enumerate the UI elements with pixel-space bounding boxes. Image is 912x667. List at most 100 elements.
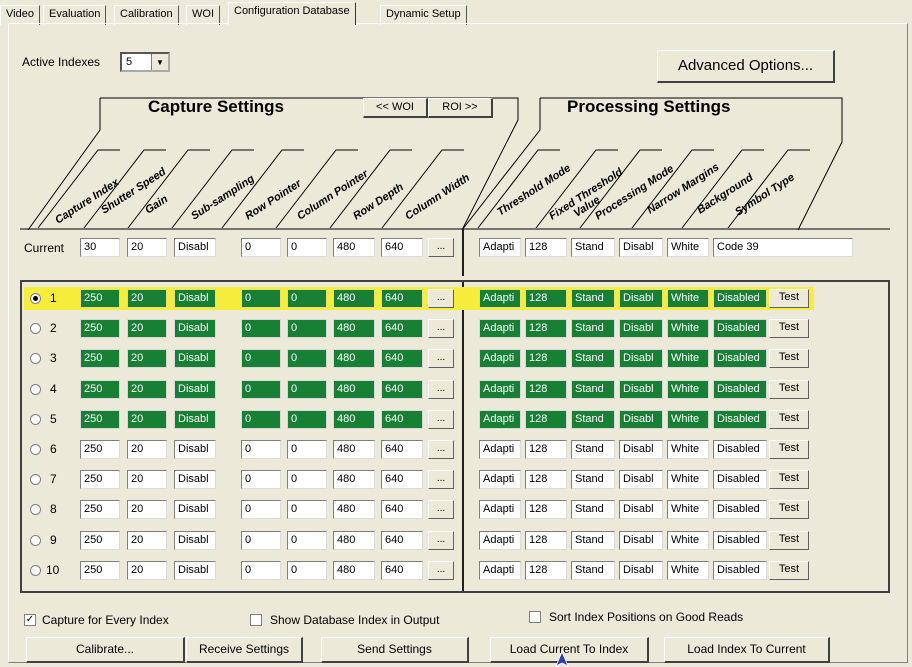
row-capture-field[interactable]: 250 (80, 409, 120, 429)
row-ellipsis-button[interactable]: ... (428, 470, 454, 490)
row-capture-field[interactable]: 0 (287, 470, 327, 490)
row-processing-field[interactable]: Stand (571, 560, 615, 580)
row-processing-field[interactable]: Disabled (713, 379, 767, 399)
current-capture-field[interactable]: 0 (241, 238, 281, 257)
current-ellipsis-button[interactable]: ... (428, 238, 454, 257)
row-processing-field[interactable]: Adapti (479, 349, 521, 369)
row-capture-field[interactable]: Disabl (174, 440, 216, 459)
row-processing-field[interactable]: Disabl (619, 440, 663, 459)
advanced-options-button[interactable]: Advanced Options... (657, 50, 835, 83)
row-capture-field[interactable]: 480 (333, 409, 375, 429)
row-processing-field[interactable]: Disabl (619, 319, 663, 339)
row-capture-field[interactable]: 20 (127, 470, 167, 490)
current-processing-field[interactable]: Adapti (479, 238, 521, 257)
row-capture-field[interactable]: 640 (381, 500, 423, 520)
row-radio[interactable] (30, 444, 41, 455)
row-capture-field[interactable]: 250 (80, 470, 120, 490)
row-capture-field[interactable]: 250 (80, 440, 120, 459)
current-capture-field[interactable]: 20 (127, 238, 167, 257)
active-indexes-select[interactable]: 5 ▼ (120, 52, 170, 72)
row-radio[interactable] (30, 383, 41, 395)
row-test-button[interactable]: Test (769, 379, 809, 399)
calibrate-button[interactable]: Calibrate... (26, 637, 185, 663)
row-processing-field[interactable]: 128 (525, 349, 567, 369)
row-test-button[interactable]: Test (769, 560, 809, 580)
current-capture-field[interactable]: 640 (381, 238, 423, 257)
row-processing-field[interactable]: Adapti (479, 319, 521, 339)
row-processing-field[interactable]: White (667, 379, 709, 399)
row-test-button[interactable]: Test (769, 500, 809, 520)
row-processing-field[interactable]: Stand (571, 319, 615, 339)
row-ellipsis-button[interactable]: ... (428, 409, 454, 429)
row-processing-field[interactable]: Stand (571, 289, 615, 308)
row-capture-field[interactable]: 0 (241, 409, 281, 429)
row-processing-field[interactable]: Adapti (479, 289, 521, 308)
row-capture-field[interactable]: Disabl (174, 470, 216, 490)
tab-woi[interactable]: WOI (186, 5, 220, 25)
row-processing-field[interactable]: Stand (571, 440, 615, 459)
row-processing-field[interactable]: Disabled (713, 409, 767, 429)
row-processing-field[interactable]: Disabled (713, 319, 767, 339)
row-capture-field[interactable]: 0 (241, 379, 281, 399)
row-capture-field[interactable]: 640 (381, 440, 423, 459)
row-processing-field[interactable]: Stand (571, 379, 615, 399)
row-processing-field[interactable]: White (667, 319, 709, 339)
row-capture-field[interactable]: 20 (127, 409, 167, 429)
row-capture-field[interactable]: 0 (241, 319, 281, 339)
row-ellipsis-button[interactable]: ... (428, 560, 454, 580)
current-processing-field[interactable]: 128 (525, 238, 567, 257)
row-capture-field[interactable]: 250 (80, 349, 120, 369)
row-processing-field[interactable]: White (667, 440, 709, 459)
row-processing-field[interactable]: Stand (571, 409, 615, 429)
row-radio[interactable] (30, 413, 41, 425)
woi-prev-button[interactable]: << WOI (363, 98, 428, 118)
row-test-button[interactable]: Test (769, 289, 809, 308)
row-processing-field[interactable]: Disabl (619, 349, 663, 369)
row-ellipsis-button[interactable]: ... (428, 440, 454, 459)
current-capture-field[interactable]: Disabl (174, 238, 216, 257)
row-processing-field[interactable]: Disabl (619, 500, 663, 520)
row-capture-field[interactable]: 640 (381, 470, 423, 490)
tab-evaluation[interactable]: Evaluation (43, 5, 107, 25)
row-test-button[interactable]: Test (769, 440, 809, 459)
row-capture-field[interactable]: 0 (241, 440, 281, 459)
row-processing-field[interactable]: Adapti (479, 409, 521, 429)
row-processing-field[interactable]: 128 (525, 500, 567, 520)
row-capture-field[interactable]: 250 (80, 289, 120, 308)
row-capture-field[interactable]: 0 (287, 440, 327, 459)
tab-configuration-database[interactable]: Configuration Database (228, 2, 356, 25)
row-capture-field[interactable]: 0 (241, 470, 281, 490)
row-processing-field[interactable]: Stand (571, 470, 615, 490)
row-capture-field[interactable]: 20 (127, 319, 167, 339)
row-capture-field[interactable]: 20 (127, 500, 167, 520)
row-capture-field[interactable]: Disabl (174, 409, 216, 429)
row-capture-field[interactable]: 0 (287, 409, 327, 429)
row-capture-field[interactable]: 640 (381, 409, 423, 429)
row-capture-field[interactable]: 0 (241, 560, 281, 580)
load-current-to-index-button[interactable]: Load Current To Index (490, 637, 649, 663)
current-processing-field[interactable]: White (667, 238, 709, 257)
row-processing-field[interactable]: Disabl (619, 470, 663, 490)
row-processing-field[interactable]: Adapti (479, 500, 521, 520)
row-capture-field[interactable]: 250 (80, 319, 120, 339)
row-capture-field[interactable]: 250 (80, 560, 120, 580)
row-processing-field[interactable]: Disabled (713, 289, 767, 308)
row-capture-field[interactable]: Disabl (174, 319, 216, 339)
row-capture-field[interactable]: Disabl (174, 379, 216, 399)
row-processing-field[interactable]: White (667, 560, 709, 580)
row-processing-field[interactable]: Adapti (479, 379, 521, 399)
row-processing-field[interactable]: Disabl (619, 560, 663, 580)
row-processing-field[interactable]: Disabl (619, 289, 663, 308)
row-processing-field[interactable]: Disabled (713, 349, 767, 369)
row-capture-field[interactable]: 0 (241, 530, 281, 550)
current-capture-field[interactable]: 480 (333, 238, 375, 257)
row-processing-field[interactable]: Adapti (479, 470, 521, 490)
row-processing-field[interactable]: Disabled (713, 530, 767, 550)
row-capture-field[interactable]: 0 (287, 289, 327, 308)
row-capture-field[interactable]: 480 (333, 530, 375, 550)
row-ellipsis-button[interactable]: ... (428, 500, 454, 520)
row-processing-field[interactable]: Disabled (713, 470, 767, 490)
row-processing-field[interactable]: Disabl (619, 379, 663, 399)
row-processing-field[interactable]: Disabled (713, 560, 767, 580)
row-processing-field[interactable]: 128 (525, 470, 567, 490)
